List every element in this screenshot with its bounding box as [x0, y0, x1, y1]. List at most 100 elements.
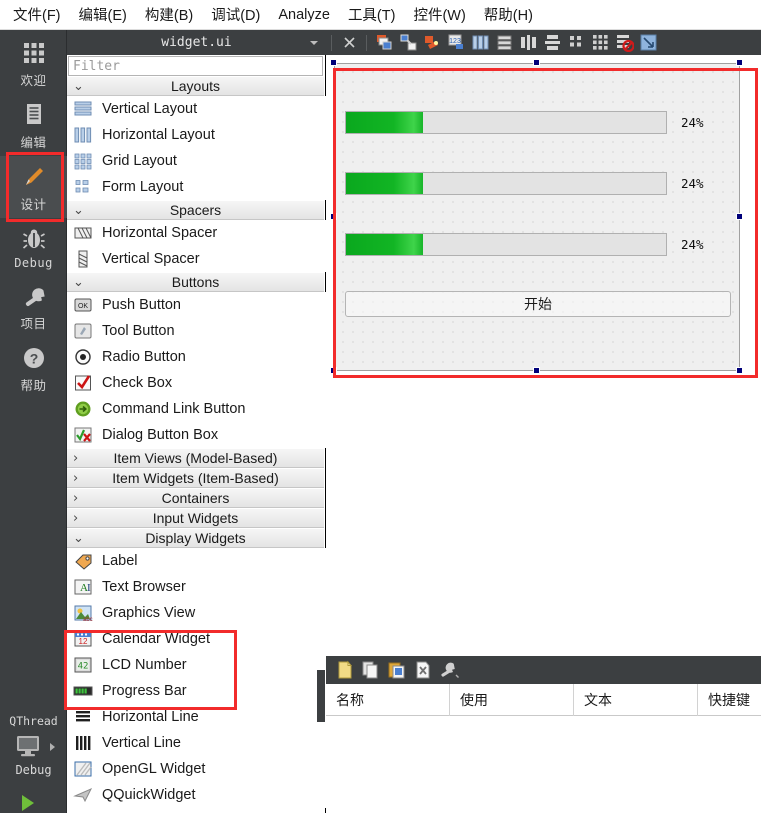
action-column-name[interactable]: 名称: [326, 683, 450, 716]
form-layout-icon: [75, 180, 89, 193]
mode-button-edit[interactable]: 编辑: [0, 94, 67, 156]
svg-text:abc: abc: [83, 617, 93, 623]
new-action-button[interactable]: [332, 658, 358, 682]
widget-item-lcd-number[interactable]: 42 LCD Number: [67, 652, 326, 678]
delete-action-button[interactable]: [410, 658, 436, 682]
menu-debug[interactable]: 调试(D): [202, 1, 269, 28]
widget-item-push-button[interactable]: OK Push Button: [67, 292, 326, 318]
widget-item-text-browser[interactable]: A I Text Browser: [67, 574, 326, 600]
widget-box-scroll-area[interactable]: ⌄ Layouts Vertical Layout Horizontal Lay…: [67, 76, 326, 812]
form-selection-area[interactable]: 24% 24% 24% 开始: [330, 59, 744, 375]
adjust-size-button[interactable]: [637, 32, 659, 54]
filter-placeholder: Filter: [73, 58, 120, 74]
category-input-widgets[interactable]: › Input Widgets: [67, 508, 324, 528]
menu-window[interactable]: 控件(W): [404, 1, 474, 28]
edit-widgets-button[interactable]: [373, 32, 395, 54]
edit-tab-order-button[interactable]: 123: [445, 32, 467, 54]
kit-selector[interactable]: QThread Debug: [0, 714, 67, 777]
resize-handle-bottom-center[interactable]: [533, 367, 540, 374]
category-containers[interactable]: › Containers: [67, 488, 324, 508]
widget-item-graphics-view[interactable]: abc Graphics View: [67, 600, 326, 626]
widget-item-radio-button[interactable]: Radio Button: [67, 344, 326, 370]
mode-label-design: 设计: [20, 198, 47, 212]
progress-bar-2[interactable]: [345, 171, 667, 195]
start-button[interactable]: 开始: [345, 291, 731, 317]
widget-item-vertical-spacer[interactable]: Vertical Spacer: [67, 246, 326, 272]
resize-handle-bottom-left[interactable]: [330, 367, 337, 374]
resize-handle-middle-left[interactable]: [330, 213, 337, 220]
widget-item-horizontal-layout[interactable]: Horizontal Layout: [67, 122, 326, 148]
action-column-shortcut[interactable]: 快捷键: [698, 684, 761, 716]
widget-box-scrollbar-thumb[interactable]: [317, 670, 325, 722]
progress-bar-icon: [73, 686, 93, 696]
resize-handle-middle-right[interactable]: [736, 213, 743, 220]
layout-horizontally-button[interactable]: [469, 32, 491, 54]
filter-input[interactable]: Filter: [68, 56, 323, 76]
widget-item-grid-layout[interactable]: Grid Layout: [67, 148, 326, 174]
category-layouts[interactable]: ⌄ Layouts: [67, 76, 324, 96]
action-editor-list[interactable]: [326, 716, 761, 813]
widget-item-check-box[interactable]: Check Box: [67, 370, 326, 396]
layout-grid-button[interactable]: [589, 32, 611, 54]
run-button-icon[interactable]: [22, 795, 34, 811]
category-spacers[interactable]: ⌄ Spacers: [67, 200, 324, 220]
widget-item-dialog-button-box[interactable]: Dialog Button Box: [67, 422, 326, 448]
menu-analyze[interactable]: Analyze: [269, 4, 339, 26]
copy-action-button[interactable]: [358, 658, 384, 682]
category-buttons[interactable]: ⌄ Buttons: [67, 272, 324, 292]
widget-item-calendar-widget[interactable]: 12 Calendar Widget: [67, 626, 326, 652]
edit-signals-slots-button[interactable]: [397, 32, 419, 54]
menu-help[interactable]: 帮助(H): [475, 1, 542, 28]
menu-edit[interactable]: 编辑(E): [70, 1, 136, 28]
menu-file[interactable]: 文件(F): [4, 1, 70, 28]
form-canvas[interactable]: 24% 24% 24% 开始: [326, 55, 761, 656]
calendar-icon: 12: [74, 631, 92, 647]
widget-item-vertical-line[interactable]: Vertical Line: [67, 730, 326, 756]
action-column-used[interactable]: 使用: [450, 683, 574, 716]
progress-bar-row-1[interactable]: 24%: [345, 110, 731, 134]
menu-tools[interactable]: 工具(T): [339, 1, 405, 28]
progress-bar-row-3[interactable]: 24%: [345, 232, 731, 256]
close-document-button[interactable]: [338, 32, 360, 54]
form-widget[interactable]: 24% 24% 24% 开始: [334, 63, 740, 371]
mode-button-projects[interactable]: 项目: [0, 275, 67, 337]
category-item-widgets[interactable]: › Item Widgets (Item-Based): [67, 468, 324, 488]
menu-build[interactable]: 构建(B): [136, 1, 202, 28]
layout-form-button[interactable]: [565, 32, 587, 54]
widget-item-command-link-button[interactable]: Command Link Button: [67, 396, 326, 422]
resize-handle-top-left[interactable]: [330, 59, 337, 66]
resize-handle-top-center[interactable]: [533, 59, 540, 66]
widget-item-vertical-layout[interactable]: Vertical Layout: [67, 96, 326, 122]
category-display-widgets[interactable]: ⌄ Display Widgets: [67, 528, 324, 548]
edit-buddies-button[interactable]: [421, 32, 443, 54]
widget-item-progress-bar[interactable]: Progress Bar: [67, 678, 326, 704]
mode-button-debug[interactable]: Debug: [0, 218, 67, 275]
document-selector[interactable]: widget.ui: [67, 30, 326, 55]
widget-item-tool-button[interactable]: Tool Button: [67, 318, 326, 344]
resize-handle-top-right[interactable]: [736, 59, 743, 66]
resize-handle-bottom-right[interactable]: [736, 367, 743, 374]
layout-splitter-vertical-button[interactable]: [541, 32, 563, 54]
widget-item-form-layout[interactable]: Form Layout: [67, 174, 326, 200]
copy-icon: [362, 661, 378, 679]
widget-item-qquickwidget[interactable]: QQuickWidget: [67, 782, 326, 808]
configure-action-button[interactable]: [436, 658, 462, 682]
widget-item-horizontal-line[interactable]: Horizontal Line: [67, 704, 326, 730]
widget-item-label[interactable]: Label: [67, 548, 326, 574]
widget-item-horizontal-spacer[interactable]: Horizontal Spacer: [67, 220, 326, 246]
layout-vertically-button[interactable]: [493, 32, 515, 54]
widget-item-opengl-widget[interactable]: OpenGL Widget: [67, 756, 326, 782]
mode-button-help[interactable]: ? 帮助: [0, 337, 67, 399]
paste-action-button[interactable]: [384, 658, 410, 682]
mode-button-welcome[interactable]: 欢迎: [0, 30, 67, 94]
widget-item-label: Vertical Layout: [102, 101, 198, 117]
vertical-layout-icon: [74, 101, 92, 116]
mode-button-design[interactable]: 设计: [0, 156, 67, 218]
category-item-views[interactable]: › Item Views (Model-Based): [67, 448, 324, 468]
action-column-text[interactable]: 文本: [574, 683, 698, 716]
progress-bar-1[interactable]: [345, 110, 667, 134]
layout-splitter-horizontal-button[interactable]: [517, 32, 539, 54]
progress-bar-row-2[interactable]: 24%: [345, 171, 731, 195]
break-layout-button[interactable]: [613, 32, 635, 54]
progress-bar-3[interactable]: [345, 232, 667, 256]
